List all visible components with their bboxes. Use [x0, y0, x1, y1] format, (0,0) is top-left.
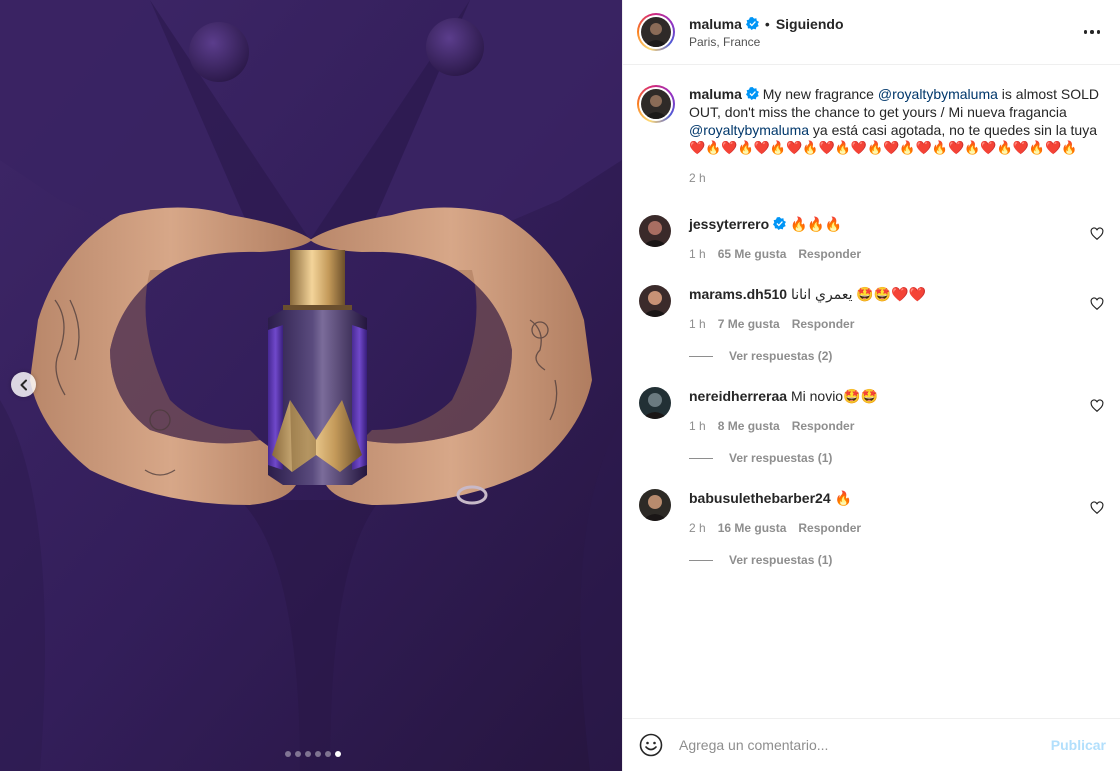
comment-text: 🔥	[834, 490, 852, 506]
profile-photo	[641, 17, 671, 47]
comment-meta: 2 h 16 Me gusta Responder	[689, 521, 1089, 535]
comments-section[interactable]: maluma My new fragrance @royaltybymaluma…	[623, 65, 1120, 718]
comment-row: nereidherreraa Mi novio🤩🤩 1 h 8 Me gusta Re…	[637, 387, 1104, 433]
reply-button[interactable]: Responder	[798, 247, 861, 261]
comment-row: jessyterrero 🔥🔥🔥 1 h 65 Me gusta Responder	[637, 215, 1104, 261]
divider-line	[689, 355, 713, 357]
caption-avatar[interactable]	[637, 85, 675, 123]
post-header: maluma • Siguiendo Paris, France	[623, 0, 1120, 65]
comment-input[interactable]	[679, 737, 1051, 753]
mention-link[interactable]: @royaltybymaluma	[878, 86, 998, 102]
commenter-username[interactable]: babusulethebarber24	[689, 490, 831, 506]
separator-dot: •	[764, 15, 770, 32]
like-heart-icon[interactable]	[1090, 297, 1104, 311]
comment-text: 🔥🔥🔥	[789, 216, 843, 232]
comment-text: يعمري انانا 🤩🤩❤️❤️	[790, 286, 927, 302]
reply-button[interactable]: Responder	[798, 521, 861, 535]
post-side-panel: maluma • Siguiendo Paris, France maluma …	[622, 0, 1120, 771]
caption-timestamp[interactable]: 2 h	[689, 171, 1104, 185]
carousel-prev-button[interactable]	[11, 372, 36, 397]
post-author-username[interactable]: maluma	[689, 16, 742, 32]
commenter-avatar[interactable]	[639, 387, 671, 419]
avatar[interactable]	[637, 13, 675, 51]
comment-meta: 1 h 8 Me gusta Responder	[689, 419, 1089, 433]
comment-timestamp[interactable]: 1 h	[689, 247, 706, 261]
view-replies-label: Ver respuestas (1)	[729, 553, 833, 567]
commenter-avatar[interactable]	[639, 285, 671, 317]
comment-item: marams.dh510 يعمري انانا 🤩🤩❤️❤️ 1 h 7 Me g…	[637, 285, 1104, 363]
divider-line	[689, 559, 713, 561]
comment-likes[interactable]: 8 Me gusta	[718, 419, 780, 433]
comment-timestamp[interactable]: 2 h	[689, 521, 706, 535]
commenter-username[interactable]: marams.dh510	[689, 286, 787, 302]
carousel-dot	[335, 751, 341, 757]
mention-link[interactable]: @royaltybymaluma	[689, 122, 809, 138]
comment-item: nereidherreraa Mi novio🤩🤩 1 h 8 Me gusta Re…	[637, 387, 1104, 465]
chevron-left-icon	[20, 379, 27, 390]
comment-meta: 1 h 65 Me gusta Responder	[689, 247, 1089, 261]
comment-likes[interactable]: 7 Me gusta	[718, 317, 780, 331]
carousel-dot	[325, 751, 331, 757]
post-caption: maluma My new fragrance @royaltybymaluma…	[637, 85, 1104, 185]
caption-text-part: ya está casi agotada, no te quedes sin l…	[809, 122, 1098, 138]
more-options-button[interactable]	[1080, 22, 1104, 42]
carousel-dot	[305, 751, 311, 757]
comment-row: marams.dh510 يعمري انانا 🤩🤩❤️❤️ 1 h 7 Me g…	[637, 285, 1104, 331]
commenter-avatar[interactable]	[639, 489, 671, 521]
reply-button[interactable]: Responder	[792, 317, 855, 331]
comment-text: Mi novio🤩🤩	[790, 388, 878, 404]
commenter-avatar[interactable]	[639, 215, 671, 247]
comment-timestamp[interactable]: 1 h	[689, 317, 706, 331]
post-photo	[0, 0, 622, 771]
caption-username[interactable]: maluma	[689, 86, 742, 102]
comment-likes[interactable]: 65 Me gusta	[718, 247, 787, 261]
reply-button[interactable]: Responder	[792, 419, 855, 433]
smile-icon[interactable]	[639, 733, 663, 757]
like-heart-icon[interactable]	[1090, 501, 1104, 515]
comment-meta: 1 h 7 Me gusta Responder	[689, 317, 1089, 331]
carousel-dot	[285, 751, 291, 757]
comment-item: jessyterrero 🔥🔥🔥 1 h 65 Me gusta Responder	[637, 215, 1104, 261]
like-heart-icon[interactable]	[1090, 399, 1104, 413]
view-replies-label: Ver respuestas (1)	[729, 451, 833, 465]
following-button[interactable]: Siguiendo	[776, 16, 844, 32]
commenter-username[interactable]: nereidherreraa	[689, 388, 787, 404]
view-replies-button[interactable]: Ver respuestas (1)	[689, 553, 1104, 567]
more-horizontal-icon	[1083, 30, 1088, 34]
verified-badge-icon	[745, 87, 759, 100]
publish-button[interactable]: Publicar	[1051, 737, 1106, 753]
comment-list: jessyterrero 🔥🔥🔥 1 h 65 Me gusta Responder m…	[637, 215, 1104, 567]
verified-badge-icon	[745, 17, 759, 30]
view-replies-button[interactable]: Ver respuestas (2)	[689, 349, 1104, 363]
commenter-username[interactable]: jessyterrero	[689, 216, 769, 232]
profile-photo	[641, 89, 671, 119]
post-location[interactable]: Paris, France	[689, 35, 844, 49]
view-replies-label: Ver respuestas (2)	[729, 349, 833, 363]
caption-emojis: ❤️🔥❤️🔥❤️🔥❤️🔥❤️🔥❤️🔥❤️🔥❤️🔥❤️🔥❤️🔥❤️🔥❤️🔥	[689, 140, 1078, 155]
verified-badge-icon	[773, 217, 787, 230]
post-media[interactable]	[0, 0, 622, 771]
carousel-dot	[295, 751, 301, 757]
view-replies-button[interactable]: Ver respuestas (1)	[689, 451, 1104, 465]
divider-line	[689, 457, 713, 459]
comment-item: babusulethebarber24 🔥 2 h 16 Me gusta Respo…	[637, 489, 1104, 567]
comment-composer: Publicar	[623, 718, 1120, 771]
caption-text-part: My new fragrance	[762, 86, 878, 102]
like-heart-icon[interactable]	[1090, 227, 1104, 241]
comment-likes[interactable]: 16 Me gusta	[718, 521, 787, 535]
carousel-indicator	[0, 751, 622, 757]
comment-row: babusulethebarber24 🔥 2 h 16 Me gusta Respo…	[637, 489, 1104, 535]
carousel-dot	[315, 751, 321, 757]
instagram-post: maluma • Siguiendo Paris, France maluma …	[0, 0, 1120, 771]
comment-timestamp[interactable]: 1 h	[689, 419, 706, 433]
